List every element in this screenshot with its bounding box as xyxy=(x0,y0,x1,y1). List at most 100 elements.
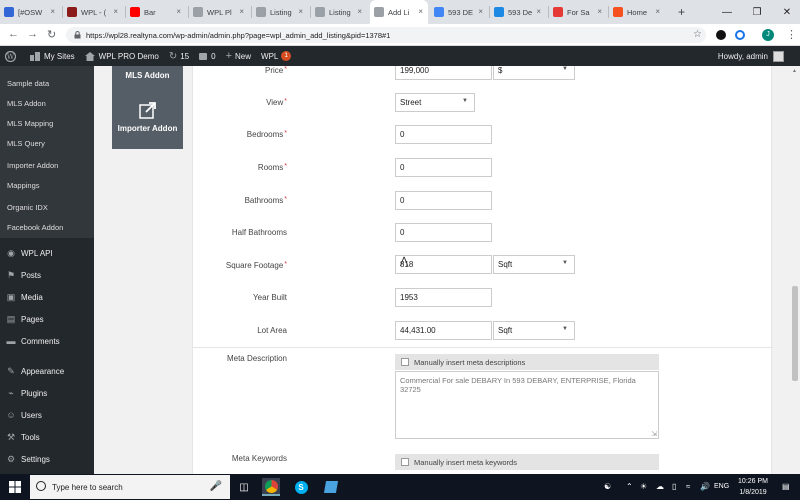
manual-meta-keywords-checkbox[interactable]: Manually insert meta keywords xyxy=(395,454,659,470)
menu-kebab-icon[interactable]: ⋮ xyxy=(786,28,797,41)
extension-chrome-icon[interactable] xyxy=(735,30,745,40)
taskbar-clock[interactable]: 10:26 PM 1/8/2019 xyxy=(738,476,768,498)
submenu-item[interactable]: Sample data xyxy=(0,74,94,94)
minimize-button[interactable]: — xyxy=(712,0,742,24)
browser-tab[interactable]: Add Li × xyxy=(370,0,428,24)
submenu-item[interactable]: Facebook Addon xyxy=(0,218,94,238)
extension-icon[interactable] xyxy=(716,30,726,40)
square-footage-input[interactable]: 818 xyxy=(395,255,492,274)
tab-close-icon[interactable]: × xyxy=(50,7,55,16)
submenu-item[interactable]: Organic IDX xyxy=(0,198,94,218)
browser-tab[interactable]: Bar × xyxy=(126,0,186,24)
tab-close-icon[interactable]: × xyxy=(176,7,181,16)
checkbox-square[interactable] xyxy=(401,458,409,466)
sidebar-item[interactable]: ⚑ Posts xyxy=(0,264,94,286)
mls-addon-card[interactable]: MLS Addon xyxy=(112,66,183,91)
new-tab-button[interactable]: + xyxy=(674,0,689,24)
wifi-icon[interactable]: ≈ xyxy=(686,482,690,491)
volume-icon[interactable]: 🔊 xyxy=(700,482,710,491)
submenu-item[interactable]: MLS Mapping xyxy=(0,114,94,134)
lot-area-unit-select[interactable]: Sqft ▼ xyxy=(493,321,575,340)
browser-tab[interactable]: [#OSW × xyxy=(0,0,60,24)
star-icon[interactable]: ☆ xyxy=(693,29,702,40)
windows-start-icon[interactable] xyxy=(9,481,21,493)
wpl-link[interactable]: WPL 1 xyxy=(261,51,292,61)
wp-logo-icon[interactable]: W xyxy=(5,50,20,62)
tab-close-icon[interactable]: × xyxy=(655,7,660,16)
sidebar-item[interactable]: ✎ Appearance xyxy=(0,360,94,382)
bedrooms-input[interactable]: 0 xyxy=(395,125,492,144)
browser-tab[interactable]: 593 DE × xyxy=(430,0,488,24)
view-select[interactable]: Street ▼ xyxy=(395,93,475,112)
updates-link[interactable]: ↻ 15 xyxy=(169,51,189,62)
language-indicator[interactable]: ENG xyxy=(714,483,729,490)
skype-taskbar-icon[interactable]: S xyxy=(292,478,310,496)
browser-tab[interactable]: For Sa × xyxy=(549,0,607,24)
submenu-item[interactable]: Importer Addon xyxy=(0,156,94,176)
browser-tab[interactable]: 593 De × xyxy=(490,0,546,24)
forward-arrow-icon[interactable]: → xyxy=(27,28,38,40)
sidebar-item[interactable]: ▬ Comments xyxy=(0,330,94,352)
tab-close-icon[interactable]: × xyxy=(418,7,423,16)
my-sites-link[interactable]: My Sites xyxy=(30,51,75,61)
sidebar-item[interactable]: ⚙ Settings xyxy=(0,448,94,470)
comments-link[interactable]: 0 xyxy=(199,52,216,61)
tab-close-icon[interactable]: × xyxy=(113,7,118,16)
new-content-link[interactable]: + New xyxy=(226,50,251,62)
bathrooms-input[interactable]: 0 xyxy=(395,191,492,210)
url-bar[interactable]: https://wpl28.realtyna.com/wp-admin/admi… xyxy=(66,27,706,43)
meta-description-textarea[interactable]: Commercial For sale DEBARY In 593 DEBARY… xyxy=(395,371,659,439)
microphone-icon[interactable]: 🎤 xyxy=(210,481,222,492)
resize-handle-icon[interactable]: ⇲ xyxy=(651,430,657,438)
sidebar-item[interactable]: ⚒ Tools xyxy=(0,426,94,448)
close-window-button[interactable]: ✕ xyxy=(772,0,800,24)
submenu-item[interactable]: MLS Addon xyxy=(0,94,94,114)
square-footage-unit-select[interactable]: Sqft ▼ xyxy=(493,255,575,274)
reload-icon[interactable]: ↻ xyxy=(47,28,56,41)
sidebar-item[interactable]: ☺ Users xyxy=(0,404,94,426)
tab-close-icon[interactable]: × xyxy=(536,7,541,16)
back-arrow-icon[interactable]: ← xyxy=(8,28,19,40)
scroll-up-icon[interactable]: ▲ xyxy=(792,68,797,74)
submenu-item[interactable]: Mappings xyxy=(0,176,94,196)
tab-close-icon[interactable]: × xyxy=(239,7,244,16)
browser-tab[interactable]: Listing × xyxy=(311,0,367,24)
profile-avatar[interactable]: J xyxy=(762,29,774,41)
site-home-link[interactable]: WPL PRO Demo xyxy=(84,51,159,61)
browser-tab[interactable]: Listing × xyxy=(252,0,308,24)
sidebar-item[interactable]: ◉ WPL API xyxy=(0,242,94,264)
battery-icon[interactable]: ▯ xyxy=(672,482,676,491)
maximize-button[interactable]: ❐ xyxy=(742,0,772,24)
tab-close-icon[interactable]: × xyxy=(298,7,303,16)
sidebar-item[interactable]: ▤ Pages xyxy=(0,308,94,330)
price-unit-select[interactable]: $ ▼ xyxy=(493,66,575,80)
rooms-input[interactable]: 0 xyxy=(395,158,492,177)
sidebar-item[interactable]: ⌁ Plugins xyxy=(0,382,94,404)
page-scrollbar[interactable]: ▲ xyxy=(790,66,800,474)
tray-app-icon[interactable]: ☀ xyxy=(640,482,647,491)
tab-close-icon[interactable]: × xyxy=(597,7,602,16)
submenu-item[interactable]: MLS Query xyxy=(0,134,94,154)
people-icon[interactable]: ☯ xyxy=(604,482,611,491)
browser-tab[interactable]: Home × xyxy=(609,0,665,24)
checkbox-square[interactable] xyxy=(401,358,409,366)
taskbar-search-box[interactable]: Type here to search 🎤 xyxy=(30,475,230,499)
lot-area-input[interactable]: 44,431.00 xyxy=(395,321,492,340)
tray-chevron-icon[interactable]: ⌃ xyxy=(626,482,633,491)
chrome-taskbar-icon[interactable] xyxy=(262,478,280,496)
notifications-icon[interactable]: ▤ xyxy=(782,482,790,491)
price-input[interactable]: 199,000 xyxy=(395,66,492,80)
scrollbar-thumb[interactable] xyxy=(792,286,798,381)
browser-tab[interactable]: WPL - (× xyxy=(63,0,123,24)
half-bathrooms-input[interactable]: 0 xyxy=(395,223,492,242)
app-taskbar-icon[interactable] xyxy=(322,478,340,496)
cloud-icon[interactable]: ☁ xyxy=(656,482,664,491)
importer-addon-card[interactable]: Importer Addon xyxy=(112,90,183,149)
manual-meta-description-checkbox[interactable]: Manually insert meta descriptions xyxy=(395,354,659,370)
tab-close-icon[interactable]: × xyxy=(478,7,483,16)
account-menu[interactable]: Howdy, admin xyxy=(718,46,784,66)
browser-tab[interactable]: WPL Pl × xyxy=(189,0,249,24)
task-view-icon[interactable]: ◫ xyxy=(235,478,253,496)
tab-close-icon[interactable]: × xyxy=(357,7,362,16)
sidebar-item[interactable]: ▣ Media xyxy=(0,286,94,308)
